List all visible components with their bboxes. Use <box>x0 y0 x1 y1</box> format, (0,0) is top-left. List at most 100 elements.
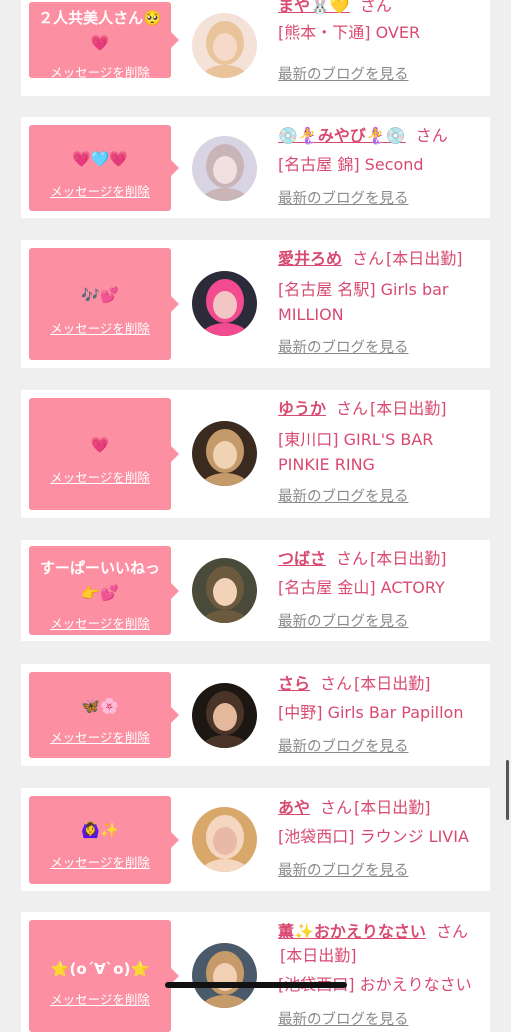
message-text: 🙆‍♀️✨ <box>81 821 119 839</box>
shop-name: [中野] Girls Bar Papillon <box>278 703 464 722</box>
message-bubble: 💗 メッセージを削除 <box>29 398 179 510</box>
latest-blog-link[interactable]: 最新のブログを見る <box>278 189 409 209</box>
honorific: さん <box>435 922 468 941</box>
name-line: つばさ さん [本日出勤] <box>278 547 483 571</box>
message-bubble: ⭐️(o´∀`o)⭐️ メッセージを削除 <box>29 920 179 1032</box>
delete-message-link[interactable]: メッセージを削除 <box>29 992 171 1008</box>
shop-name: [名古屋 名駅] Girls bar MILLION <box>278 280 449 324</box>
message-text: 💗 <box>90 436 110 454</box>
cast-name-link[interactable]: ゆうか <box>278 399 326 418</box>
cast-name-link[interactable]: つばさ <box>278 549 326 568</box>
message-text: ⭐️(o´∀`o)⭐️ <box>50 960 150 978</box>
latest-blog-link[interactable]: 最新のブログを見る <box>278 487 409 507</box>
name-line: まや🐰💛 さん <box>278 0 483 18</box>
girl-photo-icon <box>192 943 257 1008</box>
delete-message-link[interactable]: メッセージを削除 <box>29 730 171 746</box>
delete-message-link[interactable]: メッセージを削除 <box>29 321 171 337</box>
honorific: さん <box>336 549 369 568</box>
avatar[interactable] <box>192 558 257 623</box>
scrollbar[interactable] <box>506 760 509 820</box>
cast-name-link[interactable]: まや🐰💛 <box>278 0 350 15</box>
work-status: [本日出勤] <box>354 798 431 817</box>
message-text: すーぱーいいねっ 👉💕 <box>39 559 160 602</box>
delete-message-link[interactable]: メッセージを削除 <box>29 855 171 871</box>
shop-name: [東川口] GIRL'S BAR PINKIE RING <box>278 430 434 474</box>
message-card: ⭐️(o´∀`o)⭐️ メッセージを削除 薫✨おかえりなさい さん[本日出勤] [池袋西… <box>21 912 490 1032</box>
latest-blog-link[interactable]: 最新のブログを見る <box>278 737 409 757</box>
avatar[interactable] <box>192 13 257 78</box>
honorific: さん <box>320 674 353 693</box>
message-text: 🦋🌸 <box>81 697 119 715</box>
girl-photo-icon <box>192 13 257 78</box>
delete-message-link[interactable]: メッセージを削除 <box>29 616 171 632</box>
latest-blog-link[interactable]: 最新のブログを見る <box>278 65 409 85</box>
name-line: あや さん [本日出勤] <box>278 796 483 820</box>
cast-name-link[interactable]: さら <box>278 674 310 693</box>
shop-name: [名古屋 錦] Second <box>278 155 424 174</box>
shop-name: [名古屋 金山] ACTORY <box>278 578 445 597</box>
latest-blog-link[interactable]: 最新のブログを見る <box>278 1010 409 1030</box>
message-text: 💗🩵💗 <box>71 150 129 168</box>
avatar[interactable] <box>192 943 257 1008</box>
name-line: さら さん [本日出勤] <box>278 672 483 696</box>
girl-photo-icon <box>192 807 257 872</box>
honorific: さん <box>336 399 369 418</box>
avatar[interactable] <box>192 683 257 748</box>
latest-blog-link[interactable]: 最新のブログを見る <box>278 612 409 632</box>
name-line: ゆうか さん [本日出勤] <box>278 397 483 421</box>
cast-info: つばさ さん [本日出勤] [名古屋 金山] ACTORY <box>278 547 483 600</box>
cast-name-link[interactable]: 💿🧜‍♀️みやび🧜‍♀️💿 <box>278 126 406 145</box>
cast-info: 愛井ろめ さん [本日出勤] [名古屋 名駅] Girls bar MILLION <box>278 247 483 327</box>
girl-photo-icon <box>192 136 257 201</box>
avatar[interactable] <box>192 807 257 872</box>
honorific: さん <box>352 249 385 268</box>
cast-info: さら さん [本日出勤] [中野] Girls Bar Papillon <box>278 672 483 725</box>
honorific: さん <box>415 126 448 145</box>
message-text: ２人共美人さん🥺 💗 <box>38 9 162 52</box>
honorific: さん <box>320 798 353 817</box>
girl-photo-icon <box>192 421 257 486</box>
latest-blog-link[interactable]: 最新のブログを見る <box>278 861 409 881</box>
work-status: [本日出勤] <box>354 674 431 693</box>
cast-name-link[interactable]: 薫✨おかえりなさい <box>278 922 426 941</box>
cast-info: まや🐰💛 さん [熊本・下通] OVER <box>278 0 483 45</box>
girl-photo-icon <box>192 683 257 748</box>
cast-info: 💿🧜‍♀️みやび🧜‍♀️💿 さん [名古屋 錦] Second <box>278 124 483 177</box>
cast-info: あや さん [本日出勤] [池袋西口] ラウンジ LIVIA <box>278 796 483 849</box>
message-bubble: 🦋🌸 メッセージを削除 <box>29 672 179 758</box>
home-indicator[interactable] <box>165 982 347 988</box>
delete-message-link[interactable]: メッセージを削除 <box>29 184 171 200</box>
message-bubble: 💗🩵💗 メッセージを削除 <box>29 125 179 211</box>
name-line: 💿🧜‍♀️みやび🧜‍♀️💿 さん <box>278 124 483 148</box>
cast-name-link[interactable]: 愛井ろめ <box>278 249 342 268</box>
delete-message-link[interactable]: メッセージを削除 <box>29 65 171 81</box>
honorific: さん <box>359 0 392 15</box>
shop-name: [熊本・下通] OVER <box>278 23 421 42</box>
message-bubble: すーぱーいいねっ 👉💕 メッセージを削除 <box>29 546 179 635</box>
message-card: 🙆‍♀️✨ メッセージを削除 あや さん [本日出勤] [池袋西口] ラウンジ LIVIA… <box>21 788 490 891</box>
girl-photo-icon <box>192 271 257 336</box>
girl-photo-icon <box>192 558 257 623</box>
avatar[interactable] <box>192 271 257 336</box>
work-status: [本日出勤] <box>386 249 463 268</box>
cast-info: ゆうか さん [本日出勤] [東川口] GIRL'S BAR PINKIE RING <box>278 397 483 477</box>
name-line: 愛井ろめ さん [本日出勤] <box>278 247 483 271</box>
shop-name: [池袋西口] ラウンジ LIVIA <box>278 827 469 846</box>
message-card: 🎶💕 メッセージを削除 愛井ろめ さん [本日出勤] [名古屋 名駅] Girls bar… <box>21 240 490 368</box>
name-line: 薫✨おかえりなさい さん [本日出勤] <box>278 920 483 968</box>
avatar[interactable] <box>192 421 257 486</box>
message-bubble: 🎶💕 メッセージを削除 <box>29 248 179 360</box>
latest-blog-link[interactable]: 最新のブログを見る <box>278 338 409 358</box>
cast-name-link[interactable]: あや <box>278 798 310 817</box>
message-bubble: 🙆‍♀️✨ メッセージを削除 <box>29 796 179 884</box>
work-status: [本日出勤] <box>370 549 447 568</box>
work-status: [本日出勤] <box>280 946 357 965</box>
delete-message-link[interactable]: メッセージを削除 <box>29 470 171 486</box>
work-status: [本日出勤] <box>370 399 447 418</box>
message-card: ２人共美人さん🥺 💗 メッセージを削除 まや🐰💛 さん [熊本・下通] OVER 最新のブ… <box>21 0 490 96</box>
avatar[interactable] <box>192 136 257 201</box>
message-text: 🎶💕 <box>81 286 119 304</box>
message-bubble: ２人共美人さん🥺 💗 メッセージを削除 <box>29 2 179 81</box>
message-card: 💗 メッセージを削除 ゆうか さん [本日出勤] [東川口] GIRL'S BAR PIN… <box>21 390 490 518</box>
message-card: 💗🩵💗 メッセージを削除 💿🧜‍♀️みやび🧜‍♀️💿 さん [名古屋 錦] Second… <box>21 117 490 218</box>
